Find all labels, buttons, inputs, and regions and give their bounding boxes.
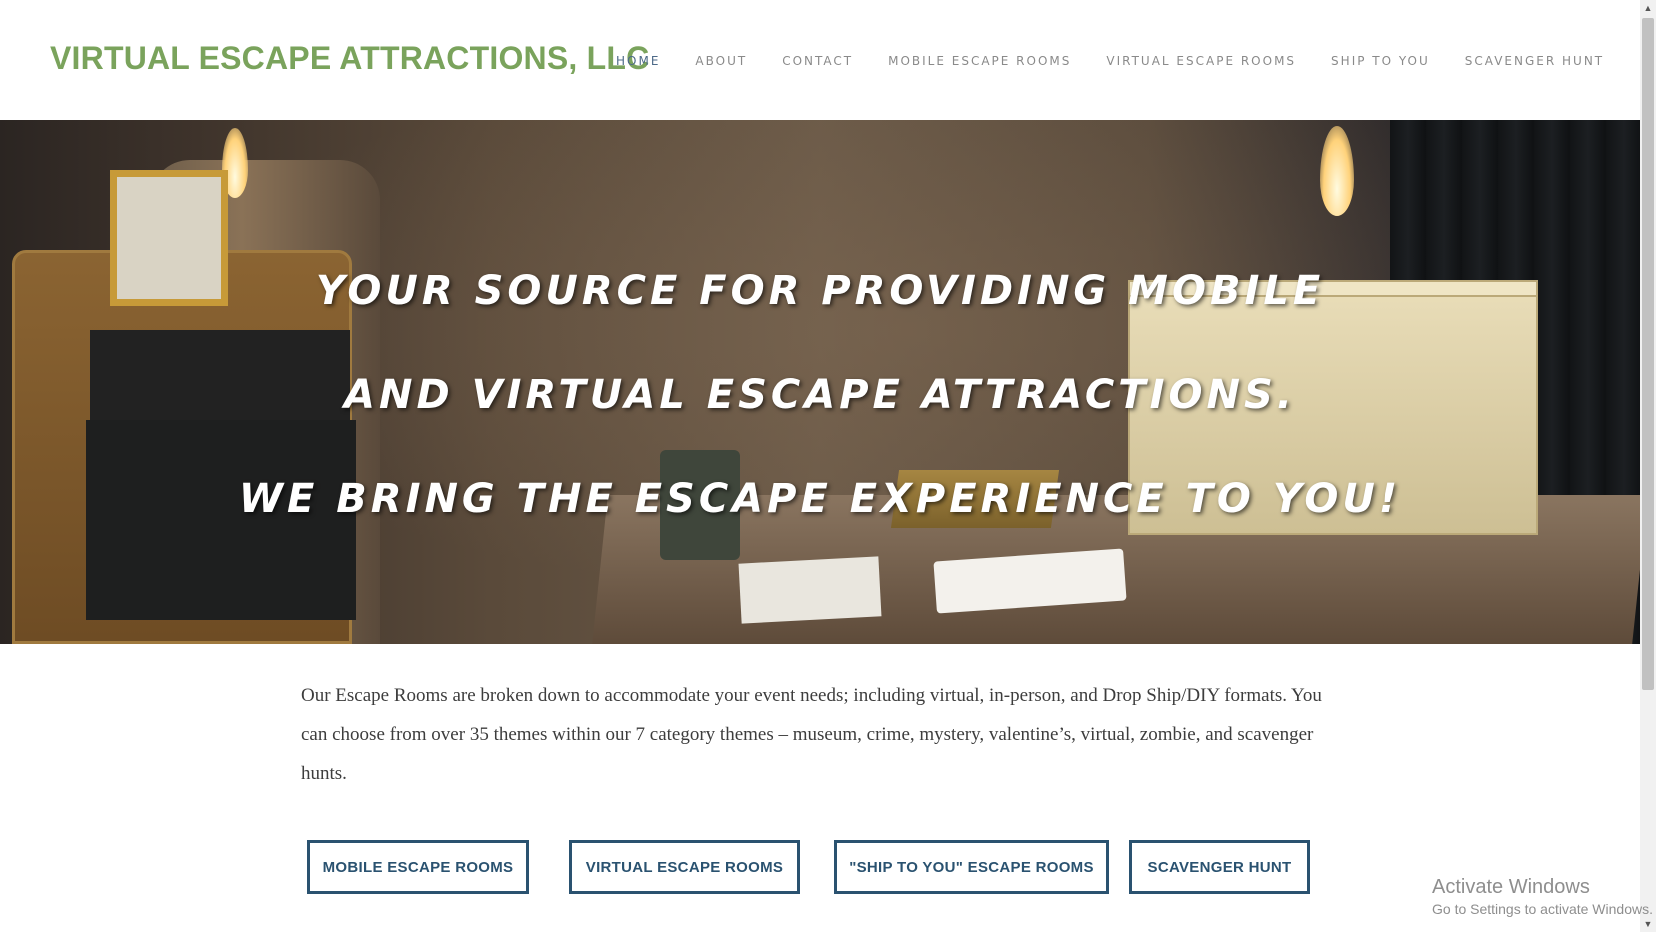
- scroll-thumb[interactable]: [1642, 18, 1654, 690]
- hero-banner: Your source for providing mobile and vir…: [0, 120, 1640, 644]
- scroll-up-arrow-icon[interactable]: ▲: [1640, 0, 1656, 16]
- nav-ship-to-you[interactable]: SHIP TO YOU: [1331, 54, 1430, 68]
- nav-virtual-escape-rooms[interactable]: VIRTUAL ESCAPE ROOMS: [1106, 54, 1296, 68]
- nav-scavenger-hunt[interactable]: SCAVENGER HUNT: [1465, 54, 1604, 68]
- site-header: VIRTUAL ESCAPE ATTRACTIONS, LLC HOME ABO…: [0, 0, 1640, 120]
- activate-windows-subtitle: Go to Settings to activate Windows.: [1432, 901, 1653, 917]
- hero-line-2: and virtual escape attractions.: [344, 372, 1296, 418]
- mobile-escape-rooms-button[interactable]: MOBILE ESCAPE ROOMS: [307, 840, 529, 894]
- vertical-scrollbar[interactable]: ▲ ▼: [1640, 0, 1656, 932]
- hero-line-3: We bring the escape experience to you!: [238, 476, 1402, 522]
- scroll-down-arrow-icon[interactable]: ▼: [1640, 916, 1656, 932]
- main-nav: HOME ABOUT CONTACT MOBILE ESCAPE ROOMS V…: [616, 54, 1639, 68]
- hero-line-1: Your source for providing mobile: [315, 268, 1325, 314]
- activate-windows-title: Activate Windows: [1432, 876, 1590, 898]
- ship-to-you-button[interactable]: "SHIP TO YOU" ESCAPE ROOMS: [834, 840, 1109, 894]
- site-title[interactable]: VIRTUAL ESCAPE ATTRACTIONS, LLC: [50, 40, 649, 77]
- nav-about[interactable]: ABOUT: [695, 54, 747, 68]
- virtual-escape-rooms-button[interactable]: VIRTUAL ESCAPE ROOMS: [569, 840, 800, 894]
- activate-windows-watermark: Activate Windows Go to Settings to activ…: [1432, 876, 1653, 917]
- nav-home[interactable]: HOME: [616, 54, 660, 68]
- intro-paragraph: Our Escape Rooms are broken down to acco…: [301, 685, 1322, 784]
- hero-text: Your source for providing mobile and vir…: [0, 120, 1640, 644]
- scavenger-hunt-button[interactable]: SCAVENGER HUNT: [1129, 840, 1310, 894]
- nav-contact[interactable]: CONTACT: [782, 54, 853, 68]
- nav-mobile-escape-rooms[interactable]: MOBILE ESCAPE ROOMS: [888, 54, 1071, 68]
